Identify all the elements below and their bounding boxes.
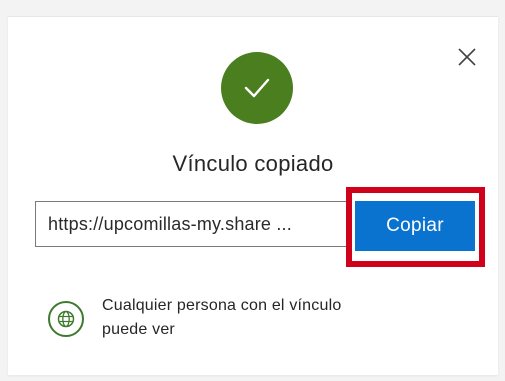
close-icon xyxy=(458,48,476,66)
copy-button[interactable]: Copiar xyxy=(355,201,475,251)
page: Vínculo copiado Copiar Cualquier persona… xyxy=(0,0,505,381)
share-dialog: Vínculo copiado Copiar Cualquier persona… xyxy=(8,16,498,375)
permission-line-2: puede ver xyxy=(102,321,175,338)
close-button[interactable] xyxy=(455,45,479,69)
success-badge xyxy=(221,52,293,124)
permission-line-1: Cualquier persona con el vínculo xyxy=(102,297,342,314)
globe-icon xyxy=(57,310,75,328)
link-field[interactable] xyxy=(35,201,351,247)
permission-text: Cualquier persona con el vínculo puede v… xyxy=(102,294,432,342)
globe-icon-badge xyxy=(48,301,84,337)
dialog-title: Vínculo copiado xyxy=(172,151,334,176)
checkmark-icon xyxy=(244,78,270,98)
link-permission-setting[interactable]: Cualquier persona con el vínculo puede v… xyxy=(48,294,448,344)
